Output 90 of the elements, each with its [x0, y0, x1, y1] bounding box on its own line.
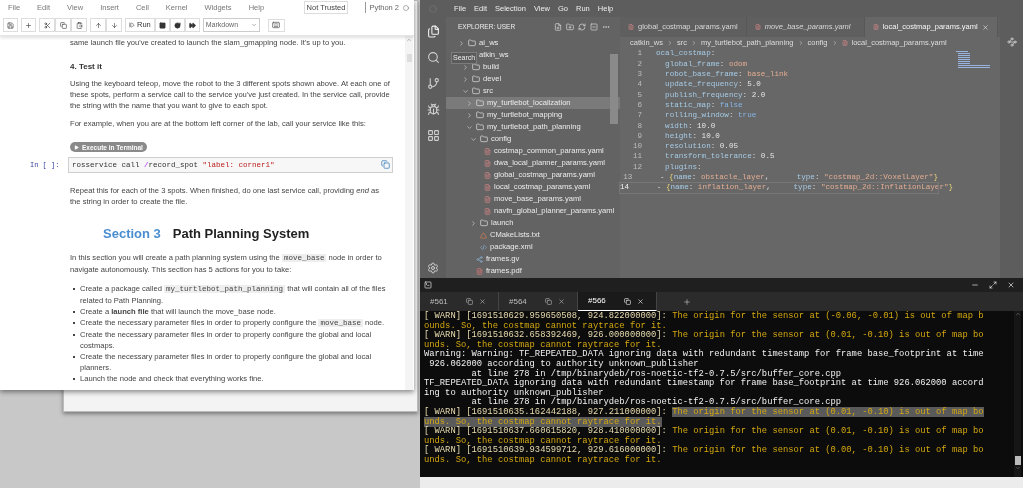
terminal-line: TF_REPEATED_DATA ignoring data with redundant timestamp for frame base_footprint at time 926.062000 accord [424, 379, 984, 389]
section-number: Section 3 [103, 226, 161, 242]
stop-icon[interactable] [154, 18, 170, 32]
copy-icon[interactable] [545, 298, 552, 305]
graph-icon [476, 255, 483, 263]
folder-icon [476, 123, 484, 131]
arrow-down-icon[interactable] [106, 18, 122, 32]
new-file-icon[interactable] [554, 23, 562, 31]
paste-icon[interactable] [71, 18, 87, 32]
maximize-icon[interactable] [989, 281, 997, 289]
minimap [956, 51, 992, 71]
close-icon[interactable] [558, 298, 565, 305]
add-tab-icon[interactable] [683, 297, 691, 306]
terminal-line: [ WARN] [1691510637.660615820, 928.410000000]: The origin for the sensor at (0.01, -0.10) is out of map bo [424, 427, 984, 437]
kernel-status-icon [403, 4, 409, 11]
file-icon [484, 183, 491, 191]
section-title: Path Planning System [172, 226, 310, 242]
restart-icon[interactable] [169, 18, 185, 32]
terminal-line: [ WARN] [1691510632.658392469, 926.000000000]: The origin for the sensor at (0.01, -0.10) is out of map bo [424, 331, 984, 341]
file-icon [754, 24, 761, 30]
copy-icon[interactable] [624, 297, 631, 305]
close-icon[interactable] [479, 298, 486, 305]
debug-icon[interactable] [426, 103, 440, 116]
step-forward-icon [129, 22, 135, 28]
terminal-line: at line 278 in /tmp/binarydeb/ros-noetic-tf2-0.7.5/src/buffer_core.cpp [471, 398, 842, 408]
folder-icon [480, 135, 488, 143]
folder-icon [480, 219, 488, 227]
minimize-icon[interactable] [971, 281, 979, 289]
folder-icon [472, 87, 480, 95]
folder-icon [476, 111, 484, 119]
file-icon [841, 40, 848, 46]
collapse-icon[interactable] [590, 23, 598, 31]
git-branch-icon[interactable] [426, 77, 440, 90]
terminal-line: at line 278 in /tmp/binarydeb/ros-noetic-tf2-0.7.5/src/buffer_core.cpp [470, 369, 842, 379]
folder-icon [472, 75, 480, 83]
play-icon [74, 144, 79, 150]
chevron-right-icon [797, 40, 804, 46]
terminal-line: [ WARN] [1691510639.934599712, 929.616000000]: The origin for the sensor at (0.00, -0.10) is out of map bo [424, 446, 984, 456]
code-icon [480, 243, 487, 251]
folder-icon [468, 39, 476, 47]
folder-icon [476, 99, 484, 107]
file-icon [476, 267, 483, 275]
terminal-line: unds. So, the costmap cannot raytrace for it. [424, 340, 662, 350]
arrow-up-icon[interactable] [90, 18, 106, 32]
scroll-up-icon [406, 37, 412, 43]
file-icon [484, 159, 491, 167]
keyboard-icon[interactable] [267, 18, 285, 32]
settings-icon[interactable] [427, 262, 439, 274]
outline-icon[interactable] [1006, 37, 1017, 47]
refresh-icon[interactable] [578, 23, 586, 31]
terminal-line: ing to authority unknown_publisher [424, 388, 604, 398]
chevron-down-icon [462, 87, 469, 95]
chevron-right-icon [470, 219, 477, 227]
terminal-tab[interactable]: #566 [578, 292, 657, 311]
extensions-icon[interactable] [426, 129, 440, 142]
terminal-line: unds. So, the costmap cannot raytrace for it. [424, 436, 662, 446]
file-icon [628, 24, 634, 30]
save-icon[interactable] [3, 18, 18, 32]
triangle-icon [480, 231, 487, 239]
folder-icon [472, 63, 480, 71]
terminal-line: unds. So, the costmap cannot raytrace for it. [424, 455, 662, 466]
fast-forward-icon[interactable] [184, 18, 200, 32]
copy-icon[interactable] [466, 298, 473, 305]
chevron-right-icon [458, 39, 465, 47]
caret-icon [250, 22, 257, 28]
chevron-right-icon [831, 40, 838, 46]
new-folder-icon[interactable] [566, 23, 574, 31]
terminal-line: 926.062000 according to authority unknown_publisher [428, 359, 699, 369]
file-icon [484, 207, 491, 215]
terminal-line: [ WARN] [1691510635.162442188, 927.211000000]: The origin for the sensor at (0.01, -0.10) is out of map bo [424, 407, 984, 417]
scrollbar-thumb[interactable] [406, 54, 412, 62]
file-icon [872, 24, 879, 30]
terminal-line: ounds. So, the costmap cannot raytrace for it. [424, 321, 667, 331]
chevron-right-icon [666, 40, 673, 46]
terminal-line: [ WARN] [1691510629.959650508, 924.822000000]: The origin for the sensor at (-0.06, -0.01) is out of map b [424, 312, 984, 321]
scrollbar-thumb[interactable] [1014, 456, 1021, 465]
chevron-right-icon [690, 40, 697, 46]
more-icon[interactable] [602, 23, 610, 31]
plus-icon[interactable] [21, 18, 36, 32]
terminal-icon [424, 281, 432, 289]
scroll-up-icon[interactable] [1014, 311, 1021, 317]
file-icon [484, 147, 491, 155]
files-icon[interactable] [426, 25, 440, 38]
subheading: 4. Test it [70, 61, 103, 72]
scrollbar-thumb[interactable] [610, 54, 618, 124]
cut-icon[interactable] [39, 18, 55, 32]
file-icon [484, 171, 491, 179]
file-icon [484, 195, 491, 203]
search-icon[interactable] [426, 51, 440, 64]
terminal-line: Warning: Warning: TF_REPEATED_DATA ignoring data with redundant timestamp for frame base_footprint at time [424, 350, 984, 360]
